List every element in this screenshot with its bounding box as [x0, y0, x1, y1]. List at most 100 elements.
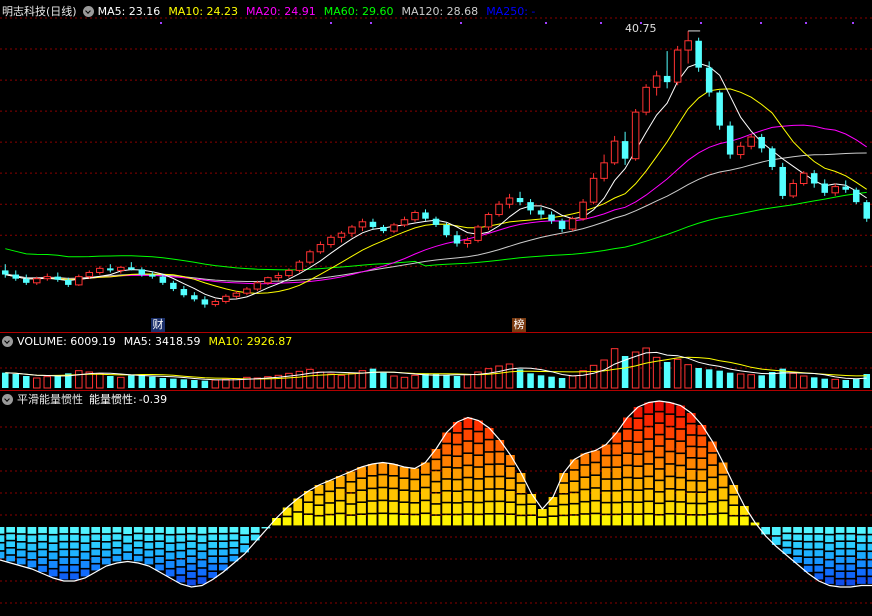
energy-cell [857, 527, 866, 534]
energy-cell [623, 429, 632, 441]
volume-legend: VOLUME: 6009.19 MA5: 3418.59 MA10: 2926.87 [2, 332, 300, 350]
energy-cell [357, 491, 366, 502]
energy-cell [197, 535, 207, 543]
energy-cell [367, 501, 377, 513]
energy-cell [463, 502, 473, 514]
candle-body [232, 292, 241, 297]
energy-cell [357, 515, 366, 526]
candle-body [799, 172, 808, 185]
energy-cell [304, 503, 313, 514]
candle-body [316, 244, 325, 253]
energy-cell [846, 564, 856, 571]
energy-inertia-chart[interactable] [0, 390, 872, 616]
energy-cell [410, 468, 420, 479]
candle-body [96, 267, 104, 273]
energy-cell [654, 435, 664, 446]
volume-bar [516, 369, 524, 388]
energy-cell [155, 557, 164, 563]
energy-cell [686, 515, 696, 526]
candle-body [201, 299, 209, 305]
energy-cell [846, 534, 856, 541]
volume-bar [610, 348, 619, 389]
volume-bar [568, 375, 577, 389]
energy-cell [686, 458, 696, 469]
energy-menu-icon[interactable] [2, 393, 13, 405]
candle-body [43, 276, 52, 280]
price-chart[interactable] [0, 0, 872, 332]
energy-cell [676, 429, 685, 441]
energy-cell [229, 548, 239, 555]
energy-cell [825, 577, 834, 584]
energy-cell [442, 479, 451, 490]
energy-cell [793, 527, 802, 533]
energy-cell [814, 527, 824, 534]
volume-bar [117, 376, 125, 389]
candle-body [369, 221, 377, 227]
energy-cell [835, 572, 845, 578]
candle-body [222, 295, 230, 302]
energy-cell [686, 504, 696, 514]
energy-cell [495, 477, 505, 489]
energy-cell [197, 552, 207, 559]
energy-cell [686, 447, 696, 457]
energy-cell [665, 402, 675, 414]
candle-body [684, 40, 692, 51]
energy-cell [569, 515, 579, 526]
energy-cell [80, 527, 90, 534]
energy-cell [325, 515, 335, 526]
energy-cell [48, 561, 58, 568]
energy-cell [442, 515, 451, 526]
energy-cell [367, 489, 377, 501]
candle-body [327, 236, 335, 246]
energy-cell [70, 527, 79, 534]
energy-cell [601, 456, 611, 467]
energy-cell [133, 548, 143, 555]
energy-cell [708, 453, 717, 465]
energy-cell [293, 512, 303, 526]
candle-body [422, 212, 429, 219]
energy-cell [452, 480, 462, 491]
energy-cell [474, 491, 483, 502]
earnings-marker[interactable]: 财 [151, 318, 165, 332]
volume-bar [768, 372, 776, 388]
energy-cell [506, 503, 515, 514]
volume-bar [831, 378, 839, 389]
energy-cell [431, 493, 441, 504]
energy-cell [857, 552, 866, 559]
energy-cell [367, 464, 377, 475]
candle-body [716, 92, 723, 126]
volume-bar [348, 372, 356, 389]
energy-cell [867, 560, 872, 568]
energy-cell [304, 515, 313, 526]
volume-bar [138, 374, 146, 388]
candle-body [295, 261, 304, 271]
volume-bar [380, 372, 387, 388]
energy-cell [580, 514, 590, 526]
dragon-tiger-list-marker[interactable]: 榜 [512, 318, 526, 332]
stock-chart-window: 明志科技(日线) MA5: 23.16 MA10: 24.23 MA20: 24.9… [0, 0, 872, 616]
energy-panel[interactable]: 平滑能量惯性 能量惯性: -0.39 [0, 390, 872, 616]
volume-bar [695, 368, 702, 388]
energy-cell [559, 516, 568, 526]
indicator-menu-icon[interactable] [82, 5, 94, 17]
energy-cell [208, 527, 218, 533]
energy-cell [474, 432, 483, 443]
energy-cell [708, 478, 717, 489]
volume-bar [33, 377, 41, 389]
energy-cell [38, 558, 47, 565]
price-legend: 明志科技(日线) MA5: 23.16 MA10: 24.23 MA20: 24.9… [2, 2, 543, 20]
energy-cell [559, 483, 568, 493]
energy-cell [686, 435, 696, 446]
energy-cell [484, 440, 494, 452]
volume-panel[interactable]: VOLUME: 6009.19 MA5: 3418.59 MA10: 2926.87 [0, 332, 872, 390]
energy-cell [548, 507, 558, 516]
energy-cell [346, 504, 356, 515]
price-panel[interactable]: 明志科技(日线) MA5: 23.16 MA10: 24.23 MA20: 24.9… [0, 0, 872, 332]
energy-cell [378, 514, 388, 526]
energy-cell [835, 527, 845, 533]
energy-cell [463, 441, 473, 453]
energy-cell [644, 477, 654, 489]
energy-cell [665, 439, 675, 451]
volume-menu-icon[interactable] [2, 335, 13, 347]
candle-body [54, 276, 62, 280]
